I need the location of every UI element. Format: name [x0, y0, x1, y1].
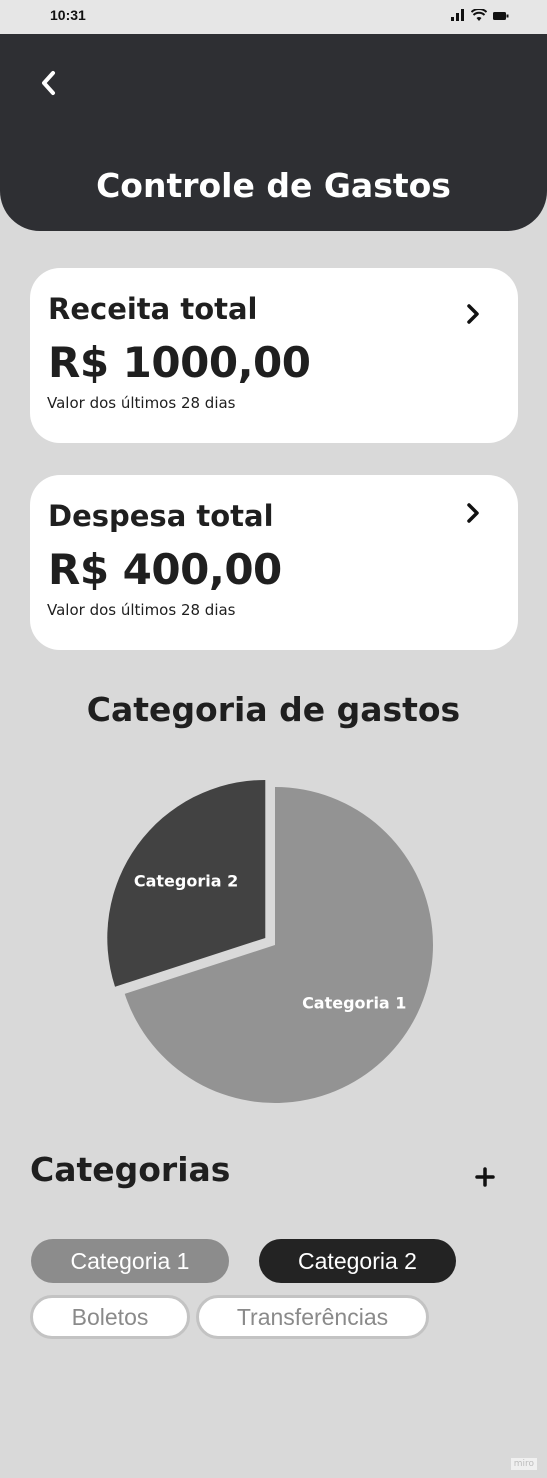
signal-icon — [451, 9, 464, 21]
battery-icon — [493, 12, 509, 20]
wifi-icon — [471, 9, 487, 21]
category-chip-label: Transferências — [236, 1303, 389, 1330]
expense-card[interactable]: Despesa total R$ 400,00 Valor dos último… — [30, 475, 518, 650]
back-button[interactable] — [34, 67, 62, 99]
add-category-button[interactable] — [470, 1162, 500, 1192]
chevron-left-icon — [42, 71, 55, 95]
category-chip-2[interactable]: Categoria 2 — [259, 1239, 456, 1283]
category-chip-label: Categoria 2 — [298, 1247, 417, 1274]
category-chip-1[interactable]: Categoria 1 — [31, 1239, 229, 1283]
expense-pie-chart: Categoria 1 Categoria 2 — [100, 770, 450, 1120]
category-chip-label: Categoria 1 — [70, 1247, 190, 1274]
chevron-right-icon — [467, 304, 479, 324]
income-card-value: R$ 1000,00 — [48, 338, 311, 387]
income-card-caption: Valor dos últimos 28 dias — [47, 394, 236, 412]
page-title: Controle de Gastos — [96, 166, 451, 205]
chart-section-title: Categoria de gastos — [86, 690, 461, 729]
watermark: miro — [510, 1458, 537, 1470]
status-bar: 10:31 — [0, 0, 547, 34]
income-card-title: Receita total — [48, 292, 258, 326]
category-chip-boletos[interactable]: Boletos — [30, 1295, 190, 1339]
expense-card-caption: Valor dos últimos 28 dias — [47, 601, 236, 619]
expense-card-title: Despesa total — [48, 499, 274, 533]
income-card-open-button[interactable] — [462, 302, 484, 326]
categories-title: Categorias — [30, 1150, 231, 1189]
status-time: 10:31 — [50, 7, 86, 23]
pie-slice-label-1: Categoria 1 — [302, 994, 406, 1013]
category-chip-label: Boletos — [71, 1303, 149, 1330]
plus-icon — [475, 1167, 495, 1187]
pie-slice-label-2: Categoria 2 — [134, 871, 238, 890]
category-chip-transferencias[interactable]: Transferências — [196, 1295, 429, 1339]
pie-chart-svg: Categoria 1 Categoria 2 — [107, 779, 434, 1103]
chevron-right-icon — [467, 503, 479, 523]
expense-card-value: R$ 400,00 — [48, 545, 282, 594]
expense-card-open-button[interactable] — [462, 501, 484, 525]
status-icons — [451, 9, 509, 21]
app-header: Controle de Gastos — [0, 34, 547, 231]
income-card[interactable]: Receita total R$ 1000,00 Valor dos últim… — [30, 268, 518, 443]
